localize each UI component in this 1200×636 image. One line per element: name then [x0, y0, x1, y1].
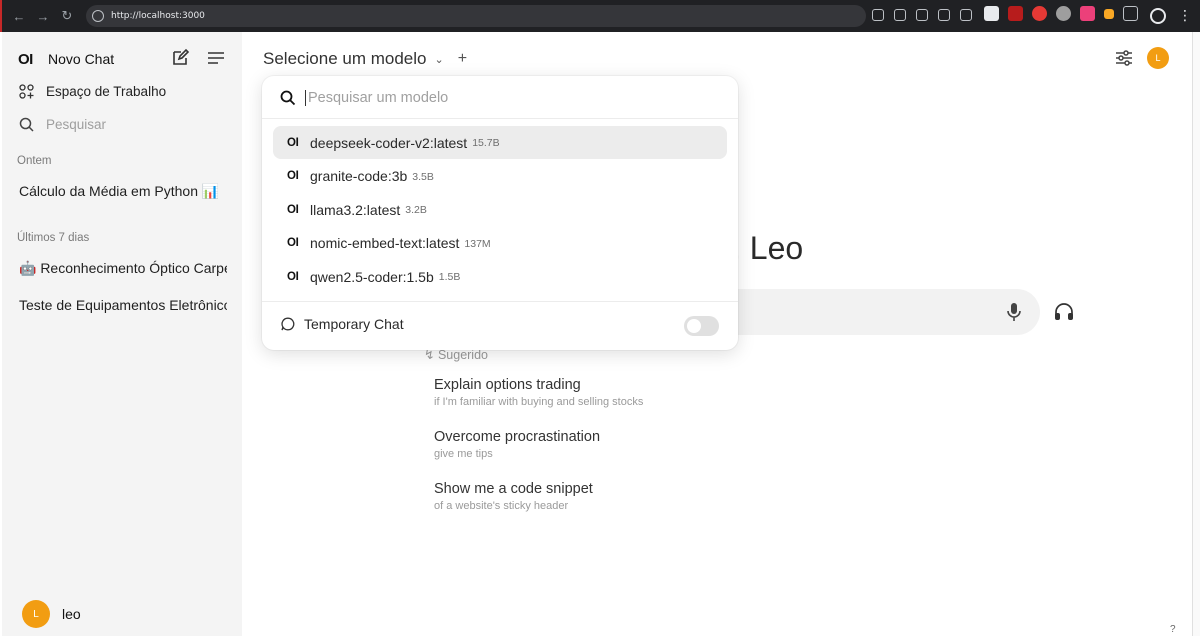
temporary-chat-toggle[interactable] — [684, 316, 719, 336]
extensions-puzzle-icon[interactable] — [1123, 6, 1138, 21]
suggestion-title: Explain options trading — [434, 377, 581, 393]
chevron-down-icon: ⌄ — [434, 53, 444, 66]
url-text: http://localhost:3000 — [111, 11, 205, 21]
chat-item[interactable]: Teste de Equipamentos Eletrônicos — [19, 297, 227, 313]
workspace-icon — [18, 83, 34, 99]
plus-icon[interactable]: + — [458, 50, 467, 68]
profile-icon[interactable] — [1150, 8, 1166, 24]
model-size: 3.5B — [412, 170, 434, 183]
new-chat-row[interactable]: OI Novo Chat — [18, 48, 230, 70]
address-bar-actions — [872, 9, 972, 21]
suggested-label-text: Sugerido — [437, 348, 488, 362]
forward-icon[interactable]: → — [32, 5, 54, 27]
suggestion-title: Overcome procrastination — [434, 429, 601, 445]
new-chat-label[interactable]: Novo Chat — [48, 51, 114, 67]
extension-doc-icon[interactable] — [984, 6, 999, 21]
chat-item[interactable]: 🤖 Reconhecimento Óptico Carpé — [19, 260, 227, 277]
browser-menu-icon[interactable]: ⋮ — [1178, 8, 1192, 22]
back-icon[interactable]: ← — [8, 5, 30, 27]
suggestion-item[interactable]: Show me a code snippet of a website's st… — [434, 481, 593, 512]
extension-grey-icon[interactable] — [1056, 6, 1071, 21]
extensions — [984, 6, 1138, 21]
search-placeholder: Pesquisar — [46, 116, 107, 132]
model-option[interactable]: OI granite-code:3b 3.5B — [273, 160, 727, 193]
model-search[interactable] — [280, 88, 685, 108]
model-icon: OI — [287, 136, 299, 149]
scrollbar[interactable] — [1192, 32, 1200, 636]
suggestion-subtitle: give me tips — [434, 448, 493, 460]
menu-icon[interactable] — [207, 50, 225, 66]
chat-item[interactable]: Cálculo da Média em Python 📊 — [19, 183, 227, 200]
edit-icon[interactable] — [170, 48, 190, 68]
model-selector-label: Selecione um modelo — [263, 49, 427, 68]
divider — [262, 301, 738, 302]
model-icon: OI — [287, 170, 299, 182]
temporary-chat-label: Temporary Chat — [304, 316, 404, 332]
model-option[interactable]: OI nomic-embed-text:latest 137M — [273, 227, 727, 260]
suggestion-item[interactable]: Explain options trading if I'm familiar … — [434, 377, 643, 408]
model-option[interactable]: OI qwen2.5-coder:1.5b 1.5B — [273, 260, 727, 293]
app-logo: OI — [18, 50, 33, 68]
zoom-icon[interactable] — [916, 9, 928, 21]
user-menu[interactable]: L leo — [22, 600, 81, 628]
install-icon[interactable] — [894, 9, 906, 21]
model-size: 3.2B — [405, 204, 427, 216]
group-label: Últimos 7 dias — [17, 232, 90, 244]
browser-toolbar: ← → ↻ http://localhost:3000 ⋮ — [0, 0, 1200, 32]
suggestion-subtitle: of a website's sticky header — [434, 500, 569, 512]
greeting: , Leo — [732, 230, 804, 266]
extension-ublock-icon[interactable] — [1008, 6, 1023, 21]
search-icon — [18, 116, 34, 132]
chat-bubble-icon — [281, 317, 295, 331]
model-name: llama3.2:latest — [310, 201, 401, 218]
model-icon: OI — [287, 270, 299, 283]
address-bar[interactable]: http://localhost:3000 — [86, 5, 866, 27]
headset-icon[interactable] — [1053, 302, 1075, 322]
model-size: 1.5B — [438, 271, 461, 283]
search-icon — [280, 90, 296, 106]
eye-icon[interactable] — [938, 9, 950, 21]
sliders-icon[interactable] — [1115, 49, 1133, 67]
toggle-knob — [687, 319, 701, 333]
avatar: L — [22, 600, 50, 628]
model-name: granite-code:3b — [310, 168, 408, 184]
model-option[interactable]: OI llama3.2:latest 3.2B — [273, 193, 727, 226]
sidebar-item-workspace[interactable]: Espaço de Trabalho — [18, 81, 166, 101]
suggestion-item[interactable]: Overcome procrastination give me tips — [434, 429, 600, 460]
key-icon[interactable] — [872, 9, 884, 21]
help-button[interactable]: ? — [1170, 624, 1176, 635]
model-search-input[interactable] — [305, 90, 685, 106]
suggestion-title: Show me a code snippet — [434, 481, 593, 497]
info-icon[interactable] — [92, 10, 104, 22]
extension-red-icon[interactable] — [1032, 6, 1047, 21]
model-dropdown: OI deepseek-coder-v2:latest 15.7B OI gra… — [262, 76, 738, 350]
sidebar: OI Novo Chat Espaço de Trabalho Pesquisa… — [2, 32, 242, 636]
avatar[interactable]: L — [1147, 47, 1169, 69]
group-label: Ontem — [17, 155, 52, 167]
extension-yellow-icon[interactable] — [1104, 8, 1114, 19]
model-name: deepseek-coder-v2:latest — [310, 134, 468, 151]
sidebar-item-label: Espaço de Trabalho — [46, 83, 167, 99]
extension-pink-icon[interactable] — [1080, 6, 1095, 21]
divider — [262, 118, 738, 119]
model-name: nomic-embed-text:latest — [310, 235, 460, 251]
model-option[interactable]: OI deepseek-coder-v2:latest 15.7B — [273, 126, 727, 159]
model-icon: OI — [287, 237, 299, 249]
user-name: leo — [62, 606, 81, 622]
model-icon: OI — [287, 203, 299, 216]
model-selector[interactable]: Selecione um modelo ⌄ + — [263, 49, 467, 69]
model-size: 15.7B — [472, 137, 500, 149]
chat-input[interactable] — [722, 289, 1040, 335]
model-name: qwen2.5-coder:1.5b — [310, 268, 434, 285]
mic-icon[interactable] — [1005, 302, 1023, 322]
sidebar-search[interactable]: Pesquisar — [18, 114, 106, 134]
reload-icon[interactable]: ↻ — [56, 5, 78, 27]
model-size: 137M — [464, 237, 491, 250]
star-icon[interactable] — [960, 9, 972, 21]
sparkle-icon: ↯ — [424, 348, 438, 362]
temporary-chat-row[interactable]: Temporary Chat — [281, 316, 404, 332]
suggestion-subtitle: if I'm familiar with buying and selling … — [434, 396, 644, 408]
